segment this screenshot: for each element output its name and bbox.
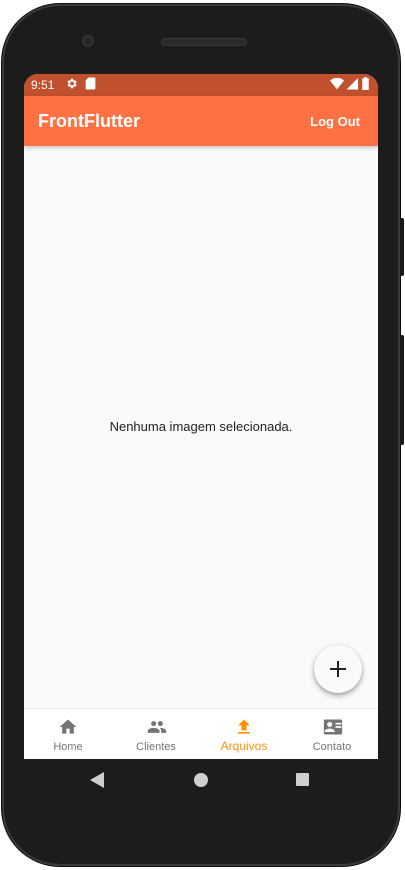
power-button [400, 218, 404, 276]
nav-item-contato[interactable]: Contato [288, 709, 376, 759]
home-circle-icon[interactable] [194, 773, 208, 792]
add-image-button[interactable] [314, 645, 362, 693]
wifi-icon [330, 77, 344, 93]
battery-icon [362, 77, 369, 93]
nav-label-home: Home [53, 741, 83, 753]
bottom-navigation: Home Clientes Arquivos Contato [24, 708, 378, 759]
nav-item-clientes[interactable]: Clientes [112, 709, 200, 759]
app-bar: FrontFlutter Log Out [24, 96, 378, 146]
system-navigation-bar [24, 759, 378, 801]
upload-icon [238, 719, 250, 734]
gear-icon [65, 77, 78, 93]
nav-label-clientes: Clientes [136, 741, 176, 753]
app-title: FrontFlutter [38, 111, 140, 131]
front-camera [82, 35, 94, 47]
sd-card-icon [85, 77, 96, 93]
empty-state-message: Nenhuma imagem selecionada. [109, 419, 293, 434]
nav-label-contato: Contato [312, 741, 352, 753]
contact-card-icon [323, 719, 343, 735]
logout-button[interactable]: Log Out [310, 114, 360, 129]
plus-icon [330, 661, 346, 677]
cell-signal-icon [346, 77, 358, 93]
nav-item-arquivos[interactable]: Arquivos [200, 709, 288, 759]
home-icon [59, 719, 77, 734]
back-icon[interactable] [90, 772, 104, 793]
status-time: 9:51 [31, 78, 55, 92]
nav-item-home[interactable]: Home [24, 709, 112, 759]
nav-label-arquivos: Arquivos [220, 739, 268, 753]
people-icon [147, 721, 167, 733]
screen: 9:51 FrontFlutter Log Out Nenhuma imagem… [24, 74, 378, 759]
earpiece-speaker [161, 38, 247, 46]
status-bar: 9:51 [24, 74, 378, 96]
volume-button [400, 335, 404, 445]
recents-icon[interactable] [296, 773, 309, 791]
